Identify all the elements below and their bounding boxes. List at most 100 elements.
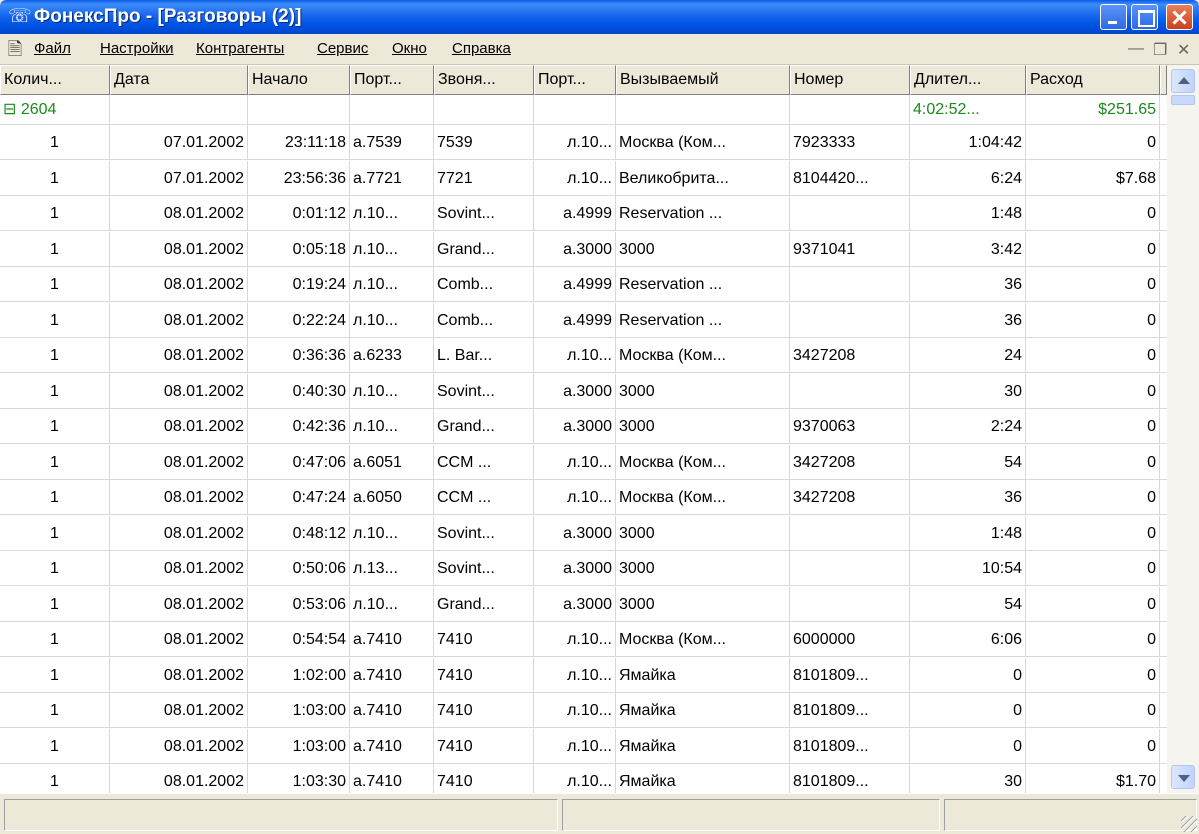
cell-port-to: л.10... (534, 338, 616, 373)
resize-grip[interactable] (1181, 816, 1197, 832)
table-row[interactable]: 1 08.01.2002 1:03:30 а.7410 7410 л.10... Ямайк… (0, 764, 1167, 793)
minimize-button[interactable] (1100, 4, 1127, 30)
table-row[interactable]: 1 08.01.2002 1:03:00 а.7410 7410 л.10... Ямайк… (0, 693, 1167, 728)
cell-date: 08.01.2002 (110, 551, 248, 586)
cell-start: 0:05:18 (248, 231, 350, 267)
cell-count: 1 (0, 622, 110, 657)
phone-icon[interactable]: ☏ (8, 6, 32, 28)
cell-date: 08.01.2002 (110, 657, 248, 693)
calls-table[interactable]: Колич... Дата Начало Порт... Звоня... По… (0, 65, 1167, 793)
menu-file[interactable]: Файл (34, 40, 71, 57)
cell-called: 3000 (616, 551, 790, 586)
menu-contractors[interactable]: Контрагенты (196, 40, 284, 57)
column-header-cost[interactable]: Расход (1026, 65, 1160, 95)
cell-port-from: а.7410 (350, 693, 434, 728)
cell-caller: 7721 (434, 160, 534, 196)
cell-date: 08.01.2002 (110, 231, 248, 267)
mdi-restore-icon[interactable]: ❐ (1153, 40, 1167, 60)
cell-called: 3000 (616, 586, 790, 622)
table-row[interactable]: 1 08.01.2002 0:19:24 л.10... Comb... а.4999 Re… (0, 267, 1167, 302)
collapse-icon[interactable]: ⊟ (3, 101, 16, 118)
mdi-close-icon[interactable]: ✕ (1177, 40, 1190, 60)
cell-start: 1:02:00 (248, 657, 350, 693)
minimize-icon (1101, 5, 1126, 29)
scroll-thumb[interactable] (1171, 95, 1195, 105)
cell-cost: $1.70 (1026, 764, 1160, 793)
cell-port-to: л.10... (534, 125, 616, 160)
cell-duration: 36 (910, 267, 1026, 302)
menu-settings[interactable]: Настройки (100, 40, 174, 57)
table-row[interactable]: 1 08.01.2002 0:47:06 а.6051 CCM ... л.10... Мо… (0, 444, 1167, 480)
cell-called: Reservation ... (616, 302, 790, 338)
group-empty-cell (350, 95, 434, 124)
cell-duration: 1:48 (910, 196, 1026, 231)
cell-count: 1 (0, 444, 110, 480)
mdi-minimize-icon[interactable]: — (1128, 40, 1144, 58)
table-row[interactable]: 1 08.01.2002 0:53:06 л.10... Grand... а.3000 3… (0, 586, 1167, 622)
cell-start: 0:19:24 (248, 267, 350, 302)
group-empty-cell (534, 95, 616, 124)
table-row[interactable]: 1 08.01.2002 0:42:36 л.10... Grand... а.3000 3… (0, 409, 1167, 444)
table-row[interactable]: 1 08.01.2002 0:50:06 л.13... Sovint... а.3000… (0, 551, 1167, 586)
table-row[interactable]: 1 08.01.2002 0:01:12 л.10... Sovint... а.4999… (0, 196, 1167, 231)
cell-start: 23:11:18 (248, 125, 350, 160)
cell-count: 1 (0, 409, 110, 444)
table-row[interactable]: 1 08.01.2002 0:48:12 л.10... Sovint... а.3000… (0, 515, 1167, 551)
cell-port-to: а.3000 (534, 409, 616, 444)
table-row[interactable]: 1 07.01.2002 23:11:18 а.7539 7539 л.10... Моск… (0, 125, 1167, 160)
table-row[interactable]: 1 08.01.2002 0:36:36 а.6233 L. Bar... л.10...… (0, 338, 1167, 373)
table-row[interactable]: 1 08.01.2002 0:40:30 л.10... Sovint... а.3000… (0, 373, 1167, 409)
table-row[interactable]: 1 08.01.2002 0:22:24 л.10... Comb... а.4999 Re… (0, 302, 1167, 338)
cell-duration: 36 (910, 302, 1026, 338)
cell-port-to: л.10... (534, 622, 616, 657)
column-header-start[interactable]: Начало (248, 65, 350, 95)
column-header-count[interactable]: Колич... (0, 65, 110, 95)
column-header-duration[interactable]: Длител... (910, 65, 1026, 95)
cell-port-from: л.10... (350, 409, 434, 444)
column-header-date[interactable]: Дата (110, 65, 248, 95)
cell-count: 1 (0, 586, 110, 622)
menu-window[interactable]: Окно (392, 40, 427, 57)
table-row[interactable]: 1 08.01.2002 0:54:54 а.7410 7410 л.10... Москв… (0, 622, 1167, 657)
cell-caller: Sovint... (434, 196, 534, 231)
cell-port-to: а.3000 (534, 551, 616, 586)
cell-caller: 7410 (434, 693, 534, 728)
column-header-called[interactable]: Вызываемый (616, 65, 790, 95)
menu-service[interactable]: Сервис (317, 40, 368, 57)
cell-port-to: а.4999 (534, 196, 616, 231)
column-header-number[interactable]: Номер (790, 65, 910, 95)
close-button[interactable] (1166, 4, 1193, 30)
cell-port-to: л.10... (534, 693, 616, 728)
window-title: ФонексПро - [Разговоры (2)] (34, 6, 302, 27)
cell-start: 0:40:30 (248, 373, 350, 409)
table-row[interactable]: 1 08.01.2002 0:47:24 а.6050 CCM ... л.10... Мо… (0, 480, 1167, 515)
cell-caller: Grand... (434, 231, 534, 267)
scroll-up-button[interactable] (1171, 69, 1195, 93)
status-bar (0, 793, 1199, 834)
cell-cost: 0 (1026, 728, 1160, 764)
title-bar[interactable]: ☏ ФонексПро - [Разговоры (2)] (0, 0, 1199, 34)
table-row[interactable]: 1 08.01.2002 1:03:00 а.7410 7410 л.10... Ямайк… (0, 728, 1167, 764)
cell-port-to: л.10... (534, 728, 616, 764)
cell-number: 3427208 (790, 444, 910, 480)
cell-duration: 6:06 (910, 622, 1026, 657)
column-header-port-to[interactable]: Порт... (534, 65, 616, 95)
cell-count: 1 (0, 338, 110, 373)
column-header-caller[interactable]: Звоня... (434, 65, 534, 95)
cell-cost: 0 (1026, 373, 1160, 409)
vertical-scrollbar[interactable] (1167, 65, 1199, 793)
column-header-port-from[interactable]: Порт... (350, 65, 434, 95)
document-icon[interactable]: 🗎 (4, 38, 26, 60)
cell-port-from: л.10... (350, 373, 434, 409)
table-row[interactable]: 1 08.01.2002 0:05:18 л.10... Grand... а.3000 3… (0, 231, 1167, 267)
cell-date: 08.01.2002 (110, 409, 248, 444)
cell-duration: 10:54 (910, 551, 1026, 586)
maximize-button[interactable] (1131, 4, 1158, 30)
cell-cost: 0 (1026, 409, 1160, 444)
scroll-down-button[interactable] (1171, 765, 1195, 789)
table-row[interactable]: 1 07.01.2002 23:56:36 а.7721 7721 л.10... Вели… (0, 160, 1167, 196)
table-row[interactable]: 1 08.01.2002 1:02:00 а.7410 7410 л.10... Ямайк… (0, 657, 1167, 693)
menu-help[interactable]: Справка (452, 40, 511, 57)
cell-date: 07.01.2002 (110, 125, 248, 160)
group-row[interactable]: ⊟ 2604 4:02:52... $251.65 (0, 95, 1167, 125)
